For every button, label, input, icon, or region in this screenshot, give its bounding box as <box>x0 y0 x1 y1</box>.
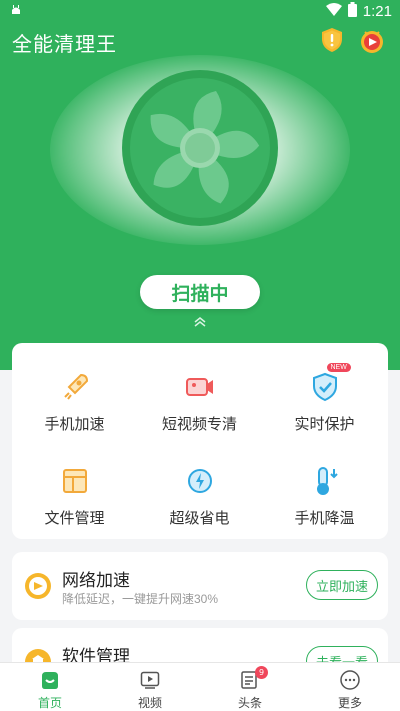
bottom-nav: 首页 视频 9 头条 更多 <box>0 662 400 711</box>
home-icon <box>39 669 61 691</box>
scan-button[interactable]: 扫描中 <box>140 275 260 309</box>
shield-check-icon: NEW <box>307 363 351 405</box>
tools-grid: 手机加速 短视频专清 NEW 实时保护 文件管理 超级省电 手机降温 <box>12 343 388 539</box>
reward-icon[interactable] <box>357 26 385 54</box>
card-title: 网络加速 <box>62 571 130 590</box>
new-badge: NEW <box>326 363 351 372</box>
battery-icon <box>347 2 357 21</box>
app-title: 全能清理王 <box>12 34 117 56</box>
battery-saver-icon <box>182 463 218 499</box>
network-speed-icon <box>24 572 52 600</box>
nav-more[interactable]: 更多 <box>300 663 400 711</box>
tool-super-power-saving[interactable]: 超级省电 <box>137 445 262 535</box>
tool-realtime-protect[interactable]: NEW 实时保护 <box>262 351 387 441</box>
nav-home[interactable]: 首页 <box>0 663 100 711</box>
folder-icon <box>57 463 93 499</box>
tool-phone-speedup[interactable]: 手机加速 <box>12 351 137 441</box>
video-camera-icon <box>182 369 218 405</box>
thermometer-icon <box>307 463 343 499</box>
news-icon: 9 <box>239 666 268 691</box>
news-badge: 9 <box>255 666 268 679</box>
status-time: 1:21 <box>362 3 392 20</box>
nav-news[interactable]: 9 头条 <box>200 663 300 711</box>
speed-up-button[interactable]: 立即加速 <box>306 570 378 600</box>
more-icon <box>339 669 361 691</box>
rocket-icon <box>57 369 93 405</box>
tool-file-manager[interactable]: 文件管理 <box>12 445 137 535</box>
video-play-icon <box>139 669 161 691</box>
card-subtitle: 降低延迟，一键提升网速30% <box>62 592 219 606</box>
network-speed-card[interactable]: 网络加速 降低延迟，一键提升网速30% 立即加速 <box>12 552 388 620</box>
status-bar: 1:21 <box>0 0 400 24</box>
android-icon <box>10 4 22 20</box>
chevron-up-icon[interactable] <box>192 314 208 328</box>
shield-alert-icon[interactable] <box>318 26 346 54</box>
tool-phone-cooling[interactable]: 手机降温 <box>262 445 387 535</box>
fan-icon <box>121 69 279 227</box>
wifi-icon <box>325 3 342 20</box>
nav-video[interactable]: 视频 <box>100 663 200 711</box>
tool-short-video-clean[interactable]: 短视频专清 <box>137 351 262 441</box>
